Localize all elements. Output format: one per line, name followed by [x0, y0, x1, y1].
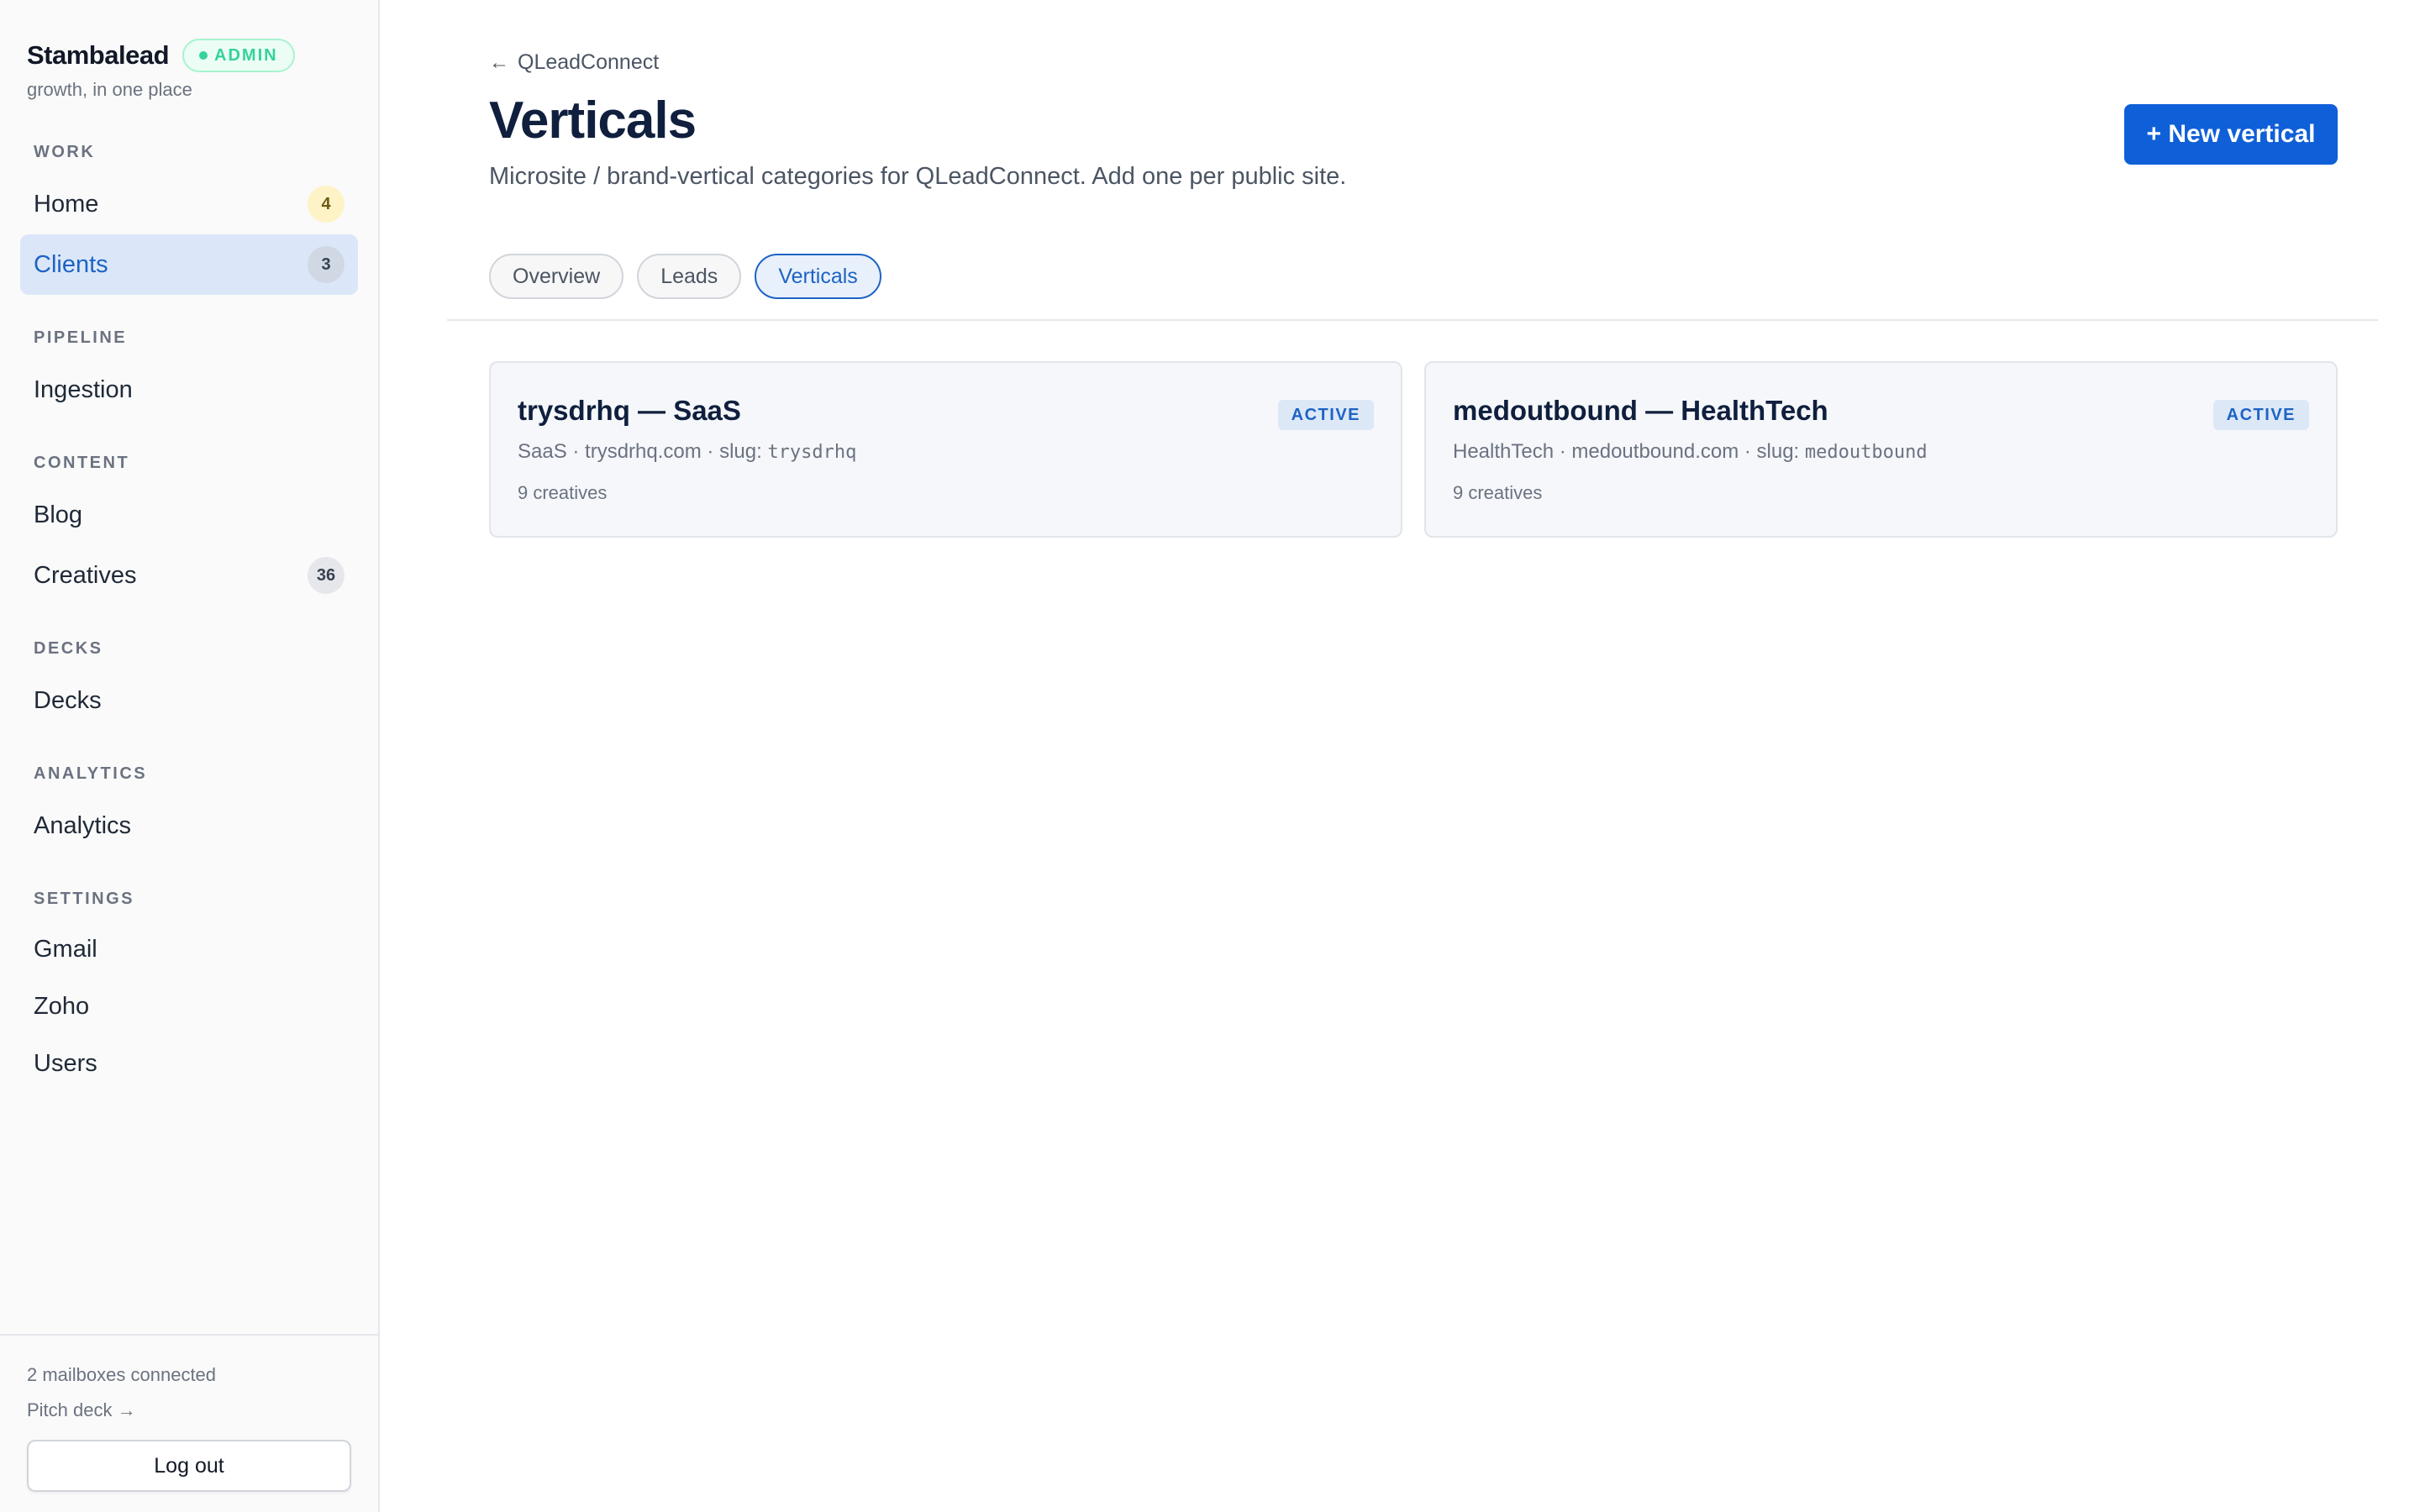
arrow-left-icon: ← [489, 50, 509, 74]
vertical-slug: medoutbound [1804, 442, 1928, 463]
sidebar-item-label: Ingestion [34, 375, 133, 403]
back-link[interactable]: ← QLeadConnect [489, 50, 659, 75]
nav-section-decks: DECKS Decks [20, 639, 358, 731]
sidebar: Stambalead ADMIN growth, in one place WO… [0, 0, 380, 1512]
sidebar-item-home[interactable]: Home 4 [20, 174, 358, 234]
new-vertical-button[interactable]: + New vertical [2124, 104, 2338, 165]
sidebar-item-label: Gmail [34, 935, 97, 963]
sidebar-item-decks[interactable]: Decks [20, 670, 358, 731]
count-badge: 36 [308, 557, 345, 594]
sidebar-item-label: Creatives [34, 561, 137, 589]
section-label: PIPELINE [34, 328, 128, 347]
page-subtitle: Microsite / brand-vertical categories fo… [489, 163, 1347, 190]
sidebar-item-label: Analytics [34, 811, 132, 839]
sidebar-item-users[interactable]: Users [20, 1035, 358, 1092]
sidebar-footer: 2 mailboxes connected Pitch deck → Log o… [0, 1334, 378, 1512]
sidebar-nav: WORK Home 4 Clients 3 PIPELINE Ingestion… [0, 101, 378, 1092]
sidebar-item-label: Zoho [34, 992, 90, 1020]
count-badge: 4 [308, 186, 345, 223]
brand-name: Stambalead [27, 40, 170, 70]
logout-button[interactable]: Log out [27, 1440, 351, 1492]
admin-badge: ADMIN [182, 39, 295, 72]
tab-leads[interactable]: Leads [637, 254, 742, 299]
vertical-slug: trysdrhq [767, 442, 857, 463]
page-title: Verticals [489, 92, 697, 150]
status-badge: ACTIVE [1277, 400, 1374, 430]
vertical-meta: HealthTech · medoutbound.com · slug: med… [1453, 440, 2309, 464]
sidebar-item-label: Users [34, 1049, 97, 1077]
mailboxes-status: 2 mailboxes connected [27, 1364, 217, 1385]
section-label: ANALYTICS [34, 764, 148, 783]
status-badge: ACTIVE [2212, 400, 2309, 430]
section-label: DECKS [34, 639, 103, 658]
pitch-deck-link[interactable]: Pitch deck → [27, 1393, 351, 1428]
sidebar-item-label: Home [34, 190, 99, 218]
main-content: ← QLeadConnect Verticals Microsite / bra… [380, 0, 2420, 1512]
sidebar-item-label: Blog [34, 501, 83, 528]
section-label: CONTENT [34, 454, 130, 472]
tab-bar: Overview Leads Verticals [489, 254, 881, 299]
section-label: SETTINGS [34, 890, 135, 908]
tab-verticals[interactable]: Verticals [755, 254, 881, 299]
nav-section-settings: SETTINGS Gmail Zoho Users [20, 890, 358, 1092]
sidebar-item-ingestion[interactable]: Ingestion [20, 360, 358, 420]
back-link-label: QLeadConnect [518, 50, 660, 74]
brand: Stambalead ADMIN growth, in one place [0, 0, 378, 101]
sidebar-item-clients[interactable]: Clients 3 [20, 234, 358, 295]
sidebar-item-label: Decks [34, 686, 102, 714]
nav-section-work: WORK Home 4 Clients 3 [20, 143, 358, 295]
count-badge: 3 [308, 246, 345, 283]
sidebar-item-blog[interactable]: Blog [20, 485, 358, 545]
creatives-count: 9 creatives [1453, 482, 1543, 503]
vertical-card[interactable]: medoutbound — HealthTech ACTIVE HealthTe… [1424, 361, 2338, 538]
sidebar-item-analytics[interactable]: Analytics [20, 795, 358, 856]
sidebar-item-label: Clients [34, 250, 108, 278]
vertical-meta: SaaS · trysdrhq.com · slug: trysdrhq [518, 440, 1374, 464]
admin-badge-label: ADMIN [214, 45, 278, 65]
divider [447, 319, 2378, 321]
sidebar-item-creatives[interactable]: Creatives 36 [20, 545, 358, 606]
nav-section-analytics: ANALYTICS Analytics [20, 764, 358, 856]
vertical-title: trysdrhq — SaaS [518, 395, 741, 426]
vertical-title: medoutbound — HealthTech [1453, 395, 1828, 426]
section-label: WORK [34, 143, 96, 161]
nav-section-pipeline: PIPELINE Ingestion [20, 328, 358, 420]
sidebar-item-gmail[interactable]: Gmail [20, 921, 358, 978]
vertical-card[interactable]: trysdrhq — SaaS ACTIVE SaaS · trysdrhq.c… [489, 361, 1402, 538]
brand-tagline: growth, in one place [27, 79, 192, 100]
tab-overview[interactable]: Overview [489, 254, 624, 299]
status-dot-icon [199, 51, 208, 60]
vertical-meta-text: SaaS · trysdrhq.com · slug: [518, 440, 762, 463]
nav-section-content: CONTENT Blog Creatives 36 [20, 454, 358, 606]
verticals-list: trysdrhq — SaaS ACTIVE SaaS · trysdrhq.c… [489, 361, 2338, 538]
sidebar-item-zoho[interactable]: Zoho [20, 978, 358, 1035]
vertical-meta-text: HealthTech · medoutbound.com · slug: [1453, 440, 1800, 463]
creatives-count: 9 creatives [518, 482, 608, 503]
